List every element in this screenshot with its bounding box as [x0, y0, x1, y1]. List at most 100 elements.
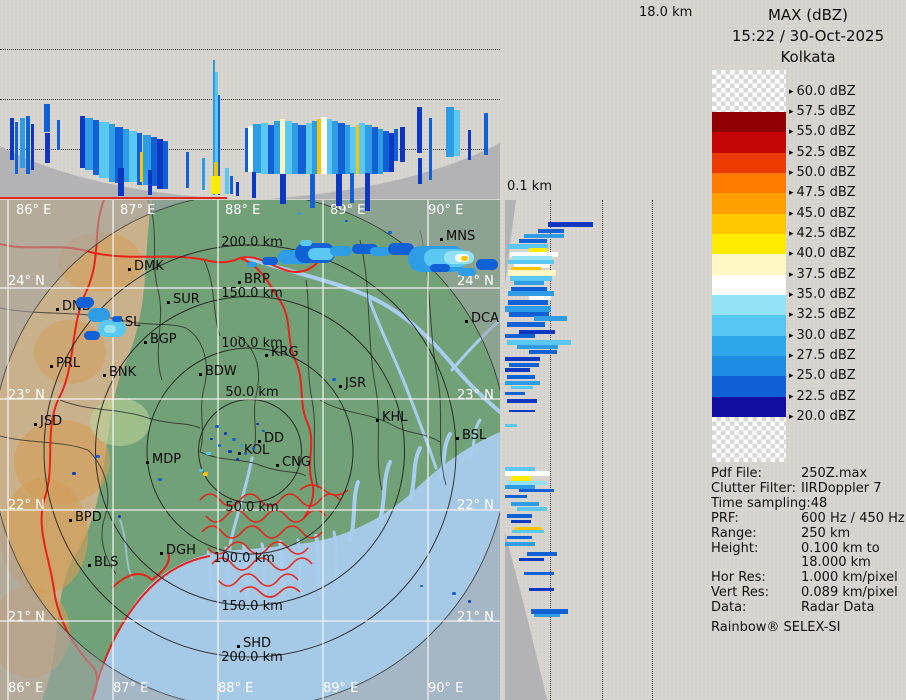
tick-arrow-icon: ▸ — [789, 411, 794, 422]
city-name: BDW — [205, 364, 237, 379]
city-name: KRG — [271, 345, 299, 360]
colorbar-band — [712, 396, 786, 417]
tick-arrow-icon: ▸ — [789, 391, 794, 402]
colorbar-overflow-swatch — [712, 70, 786, 112]
metadata-row: PRF: 600 Hz / 450 Hz — [711, 511, 906, 527]
dbz-tick-label: ▸ 32.5 dBZ — [789, 307, 856, 323]
metadata-label: Clutter Filter: — [711, 480, 796, 496]
metadata-row: Hor Res: 1.000 km/pixel — [711, 570, 906, 586]
metadata-row: Pdf File: 250Z.max — [711, 466, 906, 482]
range-ring-label: 200.0 km — [221, 235, 283, 250]
longitude-label: 88° E — [218, 681, 254, 696]
colorbar-band — [712, 112, 786, 133]
longitude-label: 89° E — [323, 681, 359, 696]
latitude-label: 21° N — [457, 610, 494, 625]
tick-arrow-icon: ▸ — [789, 269, 794, 280]
metadata-row: Height: 0.100 km to — [711, 540, 906, 557]
tick-arrow-icon: ▸ — [789, 87, 794, 97]
city-dot — [376, 419, 379, 422]
metadata-label: Vert Res: — [711, 585, 770, 601]
dbz-tick-label: ▸ 60.0 dBZ — [789, 84, 856, 99]
city-dot — [110, 324, 113, 327]
latitude-label: 22° N — [457, 498, 494, 513]
metadata-label: Hor Res: — [711, 570, 766, 586]
tick-arrow-icon: ▸ — [789, 127, 794, 138]
legend-panel: MAX (dBZ) 15:22 / 30-Oct-2025 Kolkata Pd… — [710, 0, 906, 700]
metadata-value: IIRDoppler 7 — [801, 480, 882, 496]
city-name: BLS — [94, 555, 119, 570]
dbz-tick-label: ▸ 30.0 dBZ — [789, 327, 856, 343]
radar-display-window: 18.0 km 0.1 km 86° E 87° E 88° E 89° E 9… — [0, 0, 906, 700]
colorbar-band — [712, 152, 786, 173]
colorbar-bands — [712, 112, 786, 417]
colorbar-band — [712, 172, 786, 194]
dbz-tick-label: ▸ 57.5 dBZ — [789, 104, 856, 119]
map-labels-layer: 86° E 87° E 88° E 89° E 90° E 86° E 87° E 88° E… — [0, 200, 500, 700]
tick-arrow-icon: ▸ — [789, 310, 794, 321]
dbz-tick-label: ▸ 40.0 dBZ — [789, 246, 856, 262]
colorbar-band — [712, 376, 786, 397]
right-panel-blindzone-shape — [505, 200, 547, 700]
height-max-label: 18.0 km — [639, 5, 693, 20]
city-dot — [144, 341, 147, 344]
dbz-tick-label: ▸ 52.5 dBZ — [789, 144, 856, 160]
dbz-tick-label: ▸ 25.0 dBZ — [789, 368, 856, 384]
city-name: ASL — [116, 315, 141, 330]
dbz-tick-label: ▸ 47.5 dBZ — [789, 185, 856, 201]
tick-arrow-icon: ▸ — [789, 188, 794, 199]
city-dot — [456, 437, 459, 440]
range-ring-label: 150.0 km — [221, 599, 283, 614]
dbz-tick-label: ▸ 20.0 dBZ — [789, 408, 856, 424]
tick-arrow-icon: ▸ — [789, 249, 794, 260]
dbz-tick-label: ▸ 37.5 dBZ — [789, 266, 856, 282]
city-dot — [160, 552, 163, 555]
latitude-label: 24° N — [457, 274, 494, 289]
city-name: PRL — [56, 356, 81, 371]
metadata-row: Range: 250 km — [711, 525, 906, 542]
city-name: DGH — [166, 543, 196, 558]
city-dot — [276, 464, 279, 467]
latitude-label: 22° N — [8, 498, 45, 513]
city-name: MDP — [152, 452, 182, 467]
colorbar-band — [712, 233, 786, 255]
city-dot — [128, 268, 131, 271]
city-name: DNB — [62, 299, 91, 314]
longitude-label: 90° E — [428, 681, 464, 696]
metadata-row: Data: Radar Data — [711, 600, 906, 616]
tick-arrow-icon: ▸ — [789, 228, 794, 239]
city-name: BSL — [462, 428, 487, 443]
metadata-value: 0.089 km/pixel — [801, 585, 898, 601]
range-ring-label: 50.0 km — [225, 500, 279, 515]
colorbar-band — [712, 132, 786, 153]
colorbar-band — [712, 254, 786, 275]
city-dot — [440, 238, 443, 241]
colorbar-band — [712, 213, 786, 234]
city-dot — [238, 281, 241, 284]
metadata-value: 250Z.max — [801, 466, 868, 481]
product-station: Kolkata — [780, 48, 836, 66]
city-dot — [146, 461, 149, 464]
city-name: KOL — [244, 443, 270, 458]
longitude-label: 90° E — [428, 203, 464, 218]
tick-arrow-icon: ▸ — [789, 107, 794, 117]
range-ring-label: 100.0 km — [213, 551, 275, 566]
top-cross-section-panel — [0, 0, 500, 200]
metadata-value: 0.100 km to — [801, 540, 880, 556]
range-ring-label: 150.0 km — [221, 286, 283, 301]
metadata-row: 18.000 km — [711, 556, 906, 571]
metadata-label: Data: — [711, 600, 747, 616]
colorbar-band — [712, 355, 786, 377]
city-dot — [238, 452, 241, 455]
product-metadata: Pdf File: 250Z.max Clutter Filter: IIRDoppl… — [711, 466, 906, 616]
metadata-label: Range: — [711, 525, 757, 541]
city-name: CNG — [282, 455, 311, 470]
tick-arrow-icon: ▸ — [789, 167, 794, 178]
city-dot — [199, 373, 202, 376]
city-name: JSR — [345, 376, 367, 391]
longitude-label: 87° E — [113, 681, 149, 696]
colorbar-underflow-swatch — [712, 416, 786, 462]
longitude-label: 86° E — [8, 681, 44, 696]
product-title: MAX (dBZ) — [767, 6, 849, 24]
city-dot — [339, 385, 342, 388]
metadata-value: 48 — [810, 495, 828, 511]
